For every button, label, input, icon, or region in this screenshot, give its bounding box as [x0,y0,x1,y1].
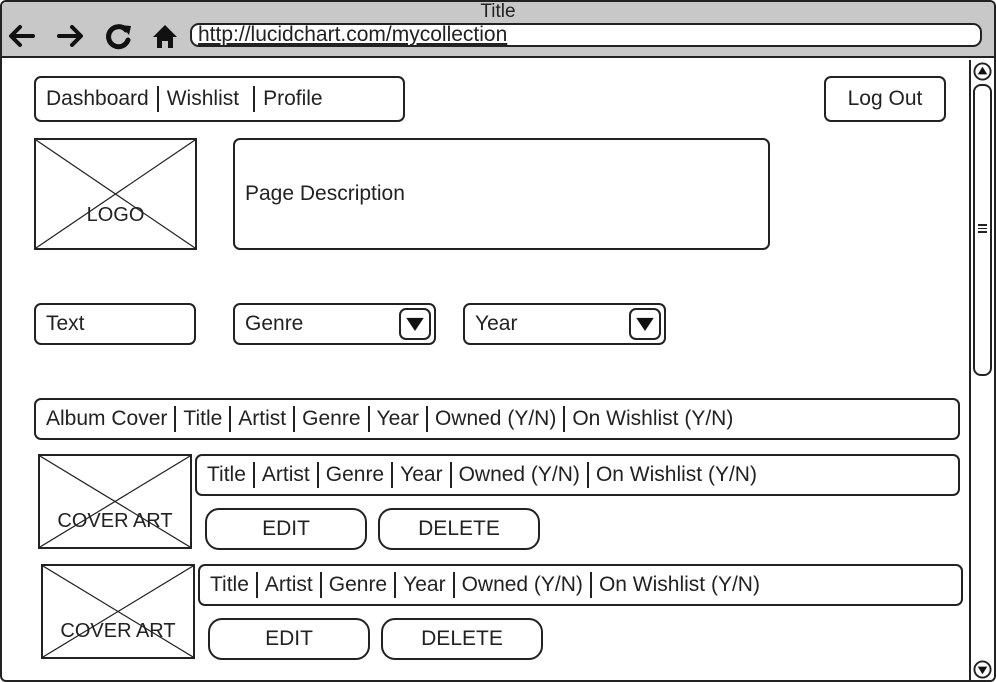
text-filter-input[interactable]: Text [34,303,196,345]
column-separator [293,406,296,432]
column-separator [394,572,397,598]
column-separator [586,462,589,488]
album-field-owned: Owned (Y/N) [458,463,580,486]
column-separator [255,572,258,598]
delete-button-label: DELETE [421,627,503,650]
album-field-genre: Genre [328,573,388,596]
edit-button-label: EDIT [262,517,310,540]
scroll-up-icon[interactable] [973,62,992,81]
column-header-title: Title [183,407,223,430]
column-separator [452,572,455,598]
grip-icon [978,224,987,235]
scrollbar-thumb[interactable] [973,84,992,376]
column-header-artist: Artist [238,407,287,430]
column-header-wishlist: On Wishlist (Y/N) [572,407,734,430]
column-separator [563,406,566,432]
url-text: http://lucidchart.com/mycollection [198,23,508,46]
logout-button[interactable]: Log Out [824,76,946,122]
logo-placeholder: LOGO [34,138,197,250]
page-description-text: Page Description [245,182,405,205]
column-header-year: Year [376,407,419,430]
column-separator [229,406,232,432]
delete-button[interactable]: DELETE [381,618,543,660]
album-field-title: Title [210,573,249,596]
column-separator [252,462,255,488]
page-description: Page Description [233,138,770,250]
nav-item-profile[interactable]: Profile [263,87,323,111]
table-header: Album Cover Title Artist Genre Year Owne… [34,398,960,440]
nav-item-wishlist[interactable]: Wishlist [167,87,239,111]
logout-label: Log Out [847,87,923,110]
column-separator [391,462,394,488]
nav-item-dashboard[interactable]: Dashboard [46,87,149,111]
home-icon[interactable] [150,22,180,50]
year-select-label: Year [475,312,518,335]
edit-button-label: EDIT [265,627,313,650]
cover-art-label: COVER ART [57,510,173,532]
column-separator [449,462,452,488]
year-select[interactable]: Year [463,303,666,345]
genre-select-label: Genre [245,312,304,335]
vertical-scrollbar[interactable] [969,60,994,680]
delete-button-label: DELETE [418,517,500,540]
window-title: Title [480,1,516,22]
nav-bar: Dashboard Wishlist Profile [34,76,405,122]
album-field-genre: Genre [325,463,385,486]
album-field-wishlist: On Wishlist (Y/N) [598,573,760,596]
edit-button[interactable]: EDIT [205,508,367,550]
album-field-artist: Artist [264,573,313,596]
nav-separator [253,86,256,112]
album-field-year: Year [400,463,443,486]
browser-window: Title http://lucidchart.com/mycollection… [0,0,996,682]
browser-titlebar: Title http://lucidchart.com/mycollection [2,2,994,58]
album-field-title: Title [207,463,246,486]
text-filter-label: Text [46,312,85,335]
refresh-icon[interactable] [104,22,134,50]
cover-art-placeholder: COVER ART [38,454,192,549]
album-field-owned: Owned (Y/N) [461,573,583,596]
album-field-artist: Artist [261,463,310,486]
column-separator [174,406,177,432]
album-row-fields: Title Artist Genre Year Owned (Y/N) On W… [198,564,963,606]
column-separator [589,572,592,598]
album-field-year: Year [403,573,446,596]
nav-separator [156,86,159,112]
forward-arrow-icon[interactable] [56,22,86,50]
cover-art-label: COVER ART [60,620,176,642]
edit-button[interactable]: EDIT [208,618,370,660]
cover-art-placeholder: COVER ART [41,564,195,659]
album-row-fields: Title Artist Genre Year Owned (Y/N) On W… [195,454,960,496]
scroll-down-icon[interactable] [973,660,992,679]
album-field-wishlist: On Wishlist (Y/N) [595,463,757,486]
column-header-album-cover: Album Cover [46,407,168,430]
genre-select[interactable]: Genre [233,303,436,345]
logo-label: LOGO [86,204,145,226]
column-separator [316,462,319,488]
column-separator [367,406,370,432]
chevron-down-icon[interactable] [629,308,661,340]
column-separator [319,572,322,598]
column-header-owned: Owned (Y/N) [434,407,557,430]
delete-button[interactable]: DELETE [378,508,540,550]
back-arrow-icon[interactable] [6,22,36,50]
url-bar[interactable]: http://lucidchart.com/mycollection [190,23,982,47]
chevron-down-icon[interactable] [399,308,431,340]
column-separator [425,406,428,432]
column-header-genre: Genre [302,407,361,430]
